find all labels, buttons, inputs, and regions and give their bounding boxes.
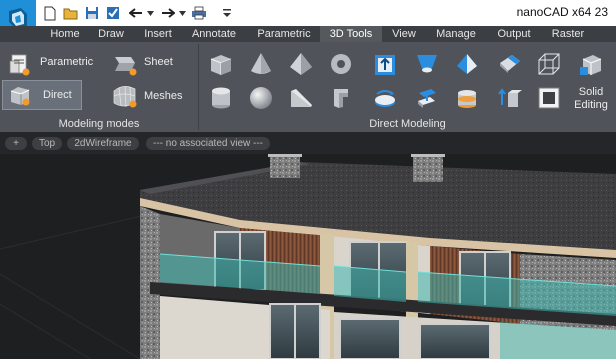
save-icon[interactable] [84,4,100,22]
tab-insert[interactable]: Insert [140,26,176,42]
tab-home[interactable]: Home [48,26,82,42]
extrude-face-icon[interactable] [370,50,400,78]
wireframe-box-icon[interactable] [534,50,564,78]
solid-editing-icon[interactable] [574,50,608,80]
ribbon-panel: Parametric Direct Sheet Meshes Modeling … [0,42,616,132]
tab-manage[interactable]: Manage [431,26,481,42]
taper-faces-icon[interactable] [452,50,482,78]
pyramid-primitive-icon[interactable] [286,50,316,78]
section-solid-icon[interactable] [452,84,482,112]
box-primitive-icon[interactable] [206,50,236,78]
polysolid-primitive-icon[interactable] [326,84,356,112]
meshes-mode-icon[interactable] [110,82,140,110]
direct-mode-button[interactable]: Direct [2,80,82,110]
shell-icon[interactable] [412,50,442,78]
offset-faces-icon[interactable] [412,84,442,112]
tab-3d-tools[interactable]: 3D Tools [320,26,382,42]
direct-mode-icon [10,87,30,106]
revolve-face-icon[interactable] [370,84,400,112]
direct-modeling-panel-label: Direct Modeling [369,118,446,130]
chamfer-face-icon[interactable] [494,50,524,78]
undo-dropdown-icon[interactable] [145,4,155,22]
tab-parametric[interactable]: Parametric [254,26,314,42]
tab-output[interactable]: Output [493,26,535,42]
building-3d-model [0,154,616,359]
open-folder-icon[interactable] [63,4,79,22]
sphere-primitive-icon[interactable] [246,84,276,112]
window-title: nanoCAD x64 23 [516,5,608,19]
new-file-icon[interactable] [42,4,58,22]
solid-face-icon[interactable] [534,84,564,112]
viewport-menu-button[interactable]: + [5,137,27,150]
save-as-icon[interactable] [105,4,121,22]
parametric-mode-icon[interactable] [6,52,34,78]
redo-icon[interactable] [160,4,176,22]
solid-editing-label[interactable]: Solid Editing [574,86,608,112]
press-pull-icon[interactable] [494,84,524,112]
view-direction-button[interactable]: Top [32,137,62,150]
redo-dropdown-icon[interactable] [177,4,187,22]
torus-primitive-icon[interactable] [326,50,356,78]
cylinder-primitive-icon[interactable] [206,84,236,112]
tab-draw[interactable]: Draw [95,26,127,42]
tab-raster[interactable]: Raster [547,26,589,42]
associated-view-button[interactable]: --- no associated view --- [146,137,270,150]
wedge-primitive-icon[interactable] [286,84,316,112]
modeling-modes-panel-label: Modeling modes [58,118,140,130]
print-icon[interactable] [190,4,208,22]
sheet-mode-label[interactable]: Sheet [144,56,173,68]
drawing-viewport[interactable] [0,154,616,359]
parametric-mode-label[interactable]: Parametric [40,56,93,68]
undo-icon[interactable] [128,4,144,22]
tab-annotate[interactable]: Annotate [188,26,240,42]
direct-mode-label: Direct [43,89,72,101]
sheet-mode-icon[interactable] [110,52,140,78]
customize-quick-access-icon[interactable] [222,4,232,22]
tab-view[interactable]: View [388,26,420,42]
meshes-mode-label[interactable]: Meshes [144,90,183,102]
cone-primitive-icon[interactable] [246,50,276,78]
visual-style-button[interactable]: 2dWireframe [67,137,139,150]
